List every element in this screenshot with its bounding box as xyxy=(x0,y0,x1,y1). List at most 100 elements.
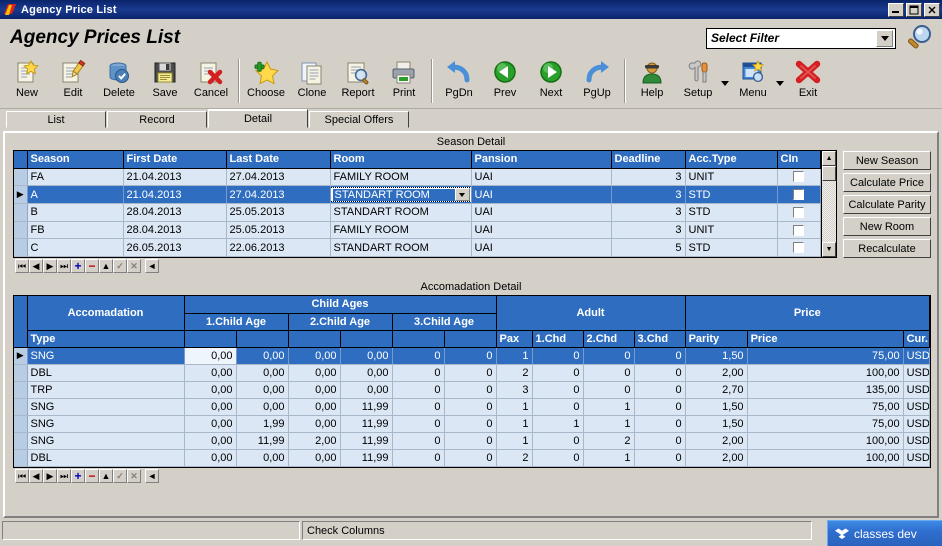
cell-child2-min[interactable]: 0,00 xyxy=(288,415,341,433)
table-row[interactable]: SNG 0,00 1,99 0,00 11,99 0 0 1 1 1 0 1,5… xyxy=(14,415,930,433)
cell-price[interactable]: 75,00 xyxy=(747,398,904,416)
cell-type[interactable]: DBL xyxy=(27,364,185,382)
group-accomadation[interactable]: Accomadation xyxy=(27,296,185,331)
cell-acc-type[interactable]: STD xyxy=(685,185,778,204)
col-parity[interactable]: Parity xyxy=(685,330,748,348)
cell-deadline[interactable]: 5 xyxy=(611,238,686,257)
taskbar-item-classes-dev[interactable]: classes dev xyxy=(827,520,942,546)
season-grid-vertical-scrollbar[interactable]: ▲ ▼ xyxy=(821,151,836,257)
cell-child2-min[interactable]: 2,00 xyxy=(288,432,341,450)
cell-cin[interactable] xyxy=(777,203,822,222)
cell-pax[interactable]: 1 xyxy=(496,347,533,365)
cell-2chd[interactable]: 2 xyxy=(583,432,635,450)
scroll-up-arrow-icon[interactable]: ▲ xyxy=(822,151,836,166)
cell-price[interactable]: 75,00 xyxy=(747,347,904,365)
cell-deadline[interactable]: 3 xyxy=(611,185,686,204)
cell-deadline[interactable]: 3 xyxy=(611,203,686,222)
cell-season[interactable]: FA xyxy=(27,168,124,187)
cell-3chd[interactable]: 0 xyxy=(634,449,686,467)
cell-season[interactable]: A xyxy=(27,185,124,204)
col-2chd[interactable]: 2.Chd xyxy=(583,330,635,348)
col-cur[interactable]: Cur. xyxy=(903,330,930,348)
col-child3-min[interactable] xyxy=(392,330,445,348)
table-row[interactable]: B 28.04.2013 25.05.2013 STANDART ROOM UA… xyxy=(14,203,822,222)
cell-cur-editor[interactable]: USD xyxy=(903,347,930,365)
cell-pansion[interactable]: UAI xyxy=(471,203,612,222)
toolbar-button-pgdn[interactable]: PgDn xyxy=(436,57,482,105)
toolbar-button-new[interactable]: New xyxy=(4,57,50,105)
new-season-button[interactable]: New Season xyxy=(843,151,931,170)
table-row[interactable]: SNG 0,00 11,99 2,00 11,99 0 0 1 0 2 0 2,… xyxy=(14,432,930,450)
cell-2chd[interactable]: 1 xyxy=(583,415,635,433)
cell-child1-min[interactable]: 0,00 xyxy=(184,449,237,467)
maximize-button[interactable] xyxy=(906,2,922,17)
toolbar-button-prev[interactable]: Prev xyxy=(482,57,528,105)
nav-first-button[interactable]: ⏮ xyxy=(15,259,29,273)
cell-2chd[interactable]: 1 xyxy=(583,398,635,416)
cell-child3-min[interactable]: 0 xyxy=(392,449,445,467)
nav-next-button[interactable]: ▶ xyxy=(43,259,57,273)
season-grid-navigator[interactable]: ⏮ ◀ ▶ ⏭ + − ▲ ✓ ✕ ◄ xyxy=(13,258,837,274)
nav-last-button[interactable]: ⏭ xyxy=(57,259,71,273)
table-row[interactable]: DBL 0,00 0,00 0,00 11,99 0 0 2 0 1 0 2,0… xyxy=(14,449,930,467)
cell-room[interactable]: FAMILY ROOM xyxy=(330,221,472,240)
cell-1chd[interactable]: 0 xyxy=(532,381,584,399)
toolbar-button-menu[interactable]: Menu xyxy=(730,57,776,105)
nav-post-button[interactable]: ✓ xyxy=(113,259,127,273)
cell-acc-type[interactable]: UNIT xyxy=(685,221,778,240)
cell-cur[interactable]: USD xyxy=(903,415,930,433)
cell-type[interactable]: SNG xyxy=(27,398,185,416)
season-detail-grid[interactable]: Season First Date Last Date Room Pansion… xyxy=(13,150,837,258)
cell-acc-type[interactable]: STD xyxy=(685,238,778,257)
cell-child2-max[interactable]: 0,00 xyxy=(340,381,393,399)
cell-child3-min[interactable]: 0 xyxy=(392,415,445,433)
cell-parity[interactable]: 1,50 xyxy=(685,398,748,416)
col-cin[interactable]: CIn xyxy=(777,151,822,169)
nav-next-button[interactable]: ▶ xyxy=(43,469,57,483)
cell-child3-max[interactable]: 0 xyxy=(444,432,497,450)
toolbar-button-exit[interactable]: Exit xyxy=(785,57,831,105)
table-row[interactable]: ▶ SNG 0,00 0,00 0,00 0,00 0 0 1 0 0 0 1,… xyxy=(14,347,930,365)
close-button[interactable] xyxy=(924,2,940,17)
cell-child2-min[interactable]: 0,00 xyxy=(288,381,341,399)
toolbar-button-report[interactable]: Report xyxy=(335,57,381,105)
cell-3chd[interactable]: 0 xyxy=(634,347,686,365)
col-room[interactable]: Room xyxy=(330,151,472,169)
select-filter-combobox[interactable]: Select Filter xyxy=(706,27,896,49)
setup-dropdown-arrow-icon[interactable] xyxy=(721,57,730,105)
col-child1-min[interactable] xyxy=(184,330,237,348)
toolbar-button-choose[interactable]: Choose xyxy=(243,57,289,105)
cell-price[interactable]: 100,00 xyxy=(747,432,904,450)
cell-1chd[interactable]: 0 xyxy=(532,398,584,416)
accomodation-grid-navigator[interactable]: ⏮ ◀ ▶ ⏭ + − ▲ ✓ ✕ ◄ xyxy=(13,468,931,484)
nav-cancel-button[interactable]: ✕ xyxy=(127,259,141,273)
cell-pansion[interactable]: UAI xyxy=(471,185,612,204)
nav-cancel-button[interactable]: ✕ xyxy=(127,469,141,483)
cell-child1-min[interactable]: 0,00 xyxy=(184,415,237,433)
cell-cin[interactable] xyxy=(777,221,822,240)
cell-child1-min[interactable]: 0,00 xyxy=(184,432,237,450)
nav-post-button[interactable]: ✓ xyxy=(113,469,127,483)
cell-cur[interactable]: USD xyxy=(903,449,930,467)
cell-3chd[interactable]: 0 xyxy=(634,364,686,382)
cell-child1-max[interactable]: 0,00 xyxy=(236,381,289,399)
cell-pansion[interactable]: UAI xyxy=(471,168,612,187)
cell-cur[interactable]: USD xyxy=(903,432,930,450)
cell-deadline[interactable]: 3 xyxy=(611,168,686,187)
subgroup-1st-child-age[interactable]: 1.Child Age xyxy=(184,313,289,331)
cell-child2-min[interactable]: 0,00 xyxy=(288,398,341,416)
toolbar-button-edit[interactable]: Edit xyxy=(50,57,96,105)
new-room-button[interactable]: New Room xyxy=(843,217,931,236)
nav-prior-button[interactable]: ◀ xyxy=(29,469,43,483)
table-row[interactable]: ▶ A 21.04.2013 27.04.2013 STANDART ROOM xyxy=(14,185,822,204)
horizontal-scroll-left-icon[interactable]: ◄ xyxy=(145,469,159,483)
cell-price[interactable]: 100,00 xyxy=(747,364,904,382)
cell-parity[interactable]: 2,00 xyxy=(685,449,748,467)
cell-type[interactable]: SNG xyxy=(27,347,185,365)
table-row[interactable]: DBL 0,00 0,00 0,00 0,00 0 0 2 0 0 0 2,00 xyxy=(14,364,930,382)
col-price[interactable]: Price xyxy=(747,330,904,348)
cell-child2-max[interactable]: 11,99 xyxy=(340,398,393,416)
cell-last-date[interactable]: 27.04.2013 xyxy=(226,185,331,204)
cell-cur[interactable]: USD xyxy=(903,364,930,382)
cell-1chd[interactable]: 1 xyxy=(532,415,584,433)
